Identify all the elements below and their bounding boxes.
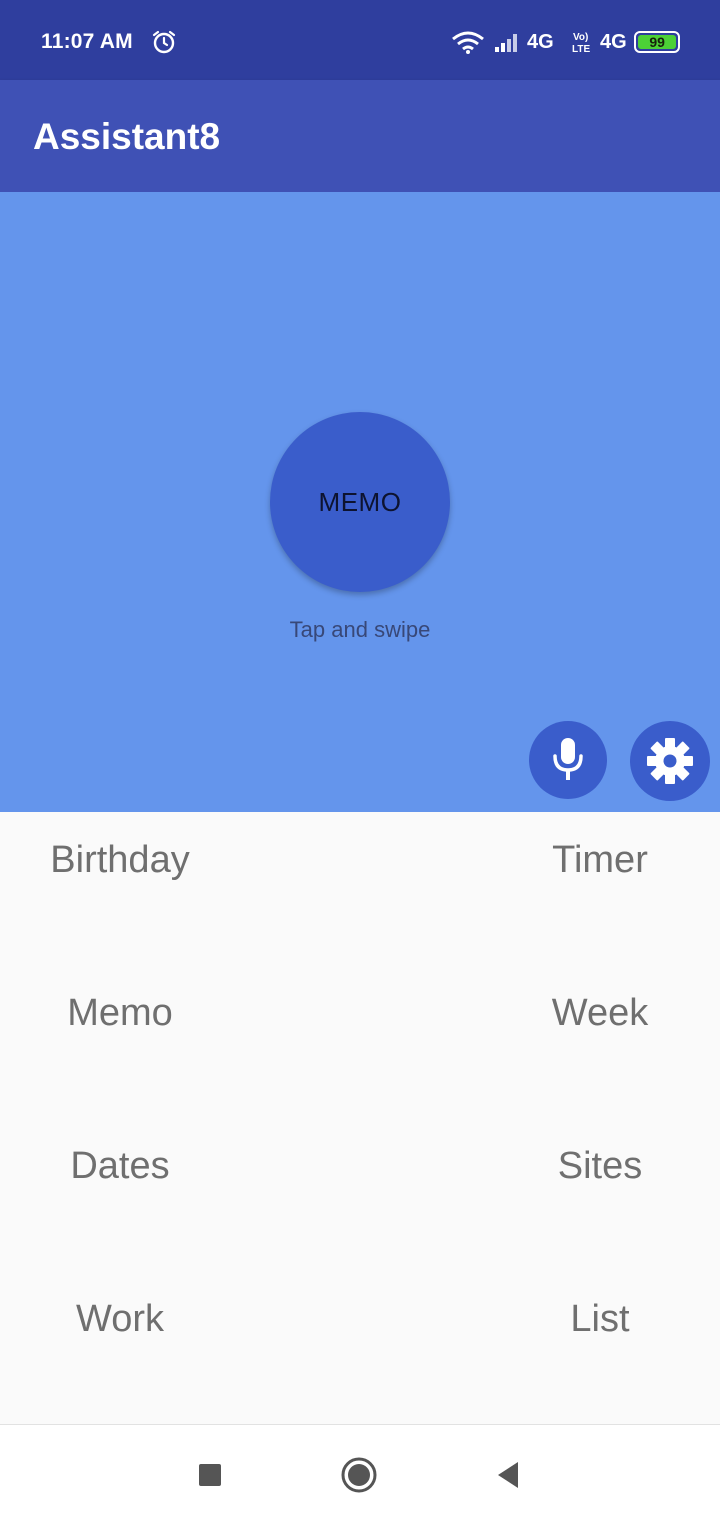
recents-icon [199, 1464, 221, 1486]
shortcut-memo[interactable]: Memo [0, 973, 240, 1053]
status-time: 11:07 AM [41, 30, 133, 53]
status-bar: 11:07 AM 4G Vo) LTE 4G 99 [0, 0, 720, 80]
shortcut-sites[interactable]: Sites [480, 1126, 720, 1206]
shortcut-week[interactable]: Week [480, 973, 720, 1053]
battery-icon: 99 [634, 31, 680, 53]
app-bar: Assistant8 [0, 80, 720, 192]
navigation-bar [0, 1424, 720, 1520]
back-button[interactable] [487, 1455, 527, 1495]
alarm-icon [152, 30, 176, 54]
network-label-1: 4G [527, 31, 554, 53]
hint-text: Tap and swipe [289, 617, 431, 642]
microphone-button[interactable] [529, 721, 607, 799]
home-icon [341, 1457, 377, 1493]
hero-panel: MEMO Tap and swipe [0, 192, 720, 812]
shortcut-timer[interactable]: Timer [480, 820, 720, 900]
shortcut-work[interactable]: Work [0, 1279, 240, 1359]
signal-icon [495, 34, 517, 52]
home-button[interactable] [339, 1455, 379, 1495]
shortcut-birthday[interactable]: Birthday [0, 820, 240, 900]
app-title: Assistant8 [33, 116, 221, 157]
memo-button[interactable]: MEMO [270, 412, 450, 592]
battery-level: 99 [638, 35, 677, 49]
microphone-icon [553, 738, 583, 780]
gear-icon [647, 738, 693, 784]
svg-text:Vo): Vo) [573, 32, 588, 43]
settings-button[interactable] [630, 721, 710, 801]
shortcut-list[interactable]: List [480, 1279, 720, 1359]
back-icon [498, 1462, 518, 1488]
recents-button[interactable] [190, 1455, 230, 1495]
shortcut-dates[interactable]: Dates [0, 1126, 240, 1206]
volte-icon: Vo) LTE [572, 32, 590, 55]
shortcut-grid: Birthday Timer Memo Week Dates Sites Wor… [0, 812, 720, 1424]
wifi-icon [452, 31, 484, 54]
network-label-2: 4G [600, 31, 627, 53]
svg-text:LTE: LTE [572, 44, 590, 55]
